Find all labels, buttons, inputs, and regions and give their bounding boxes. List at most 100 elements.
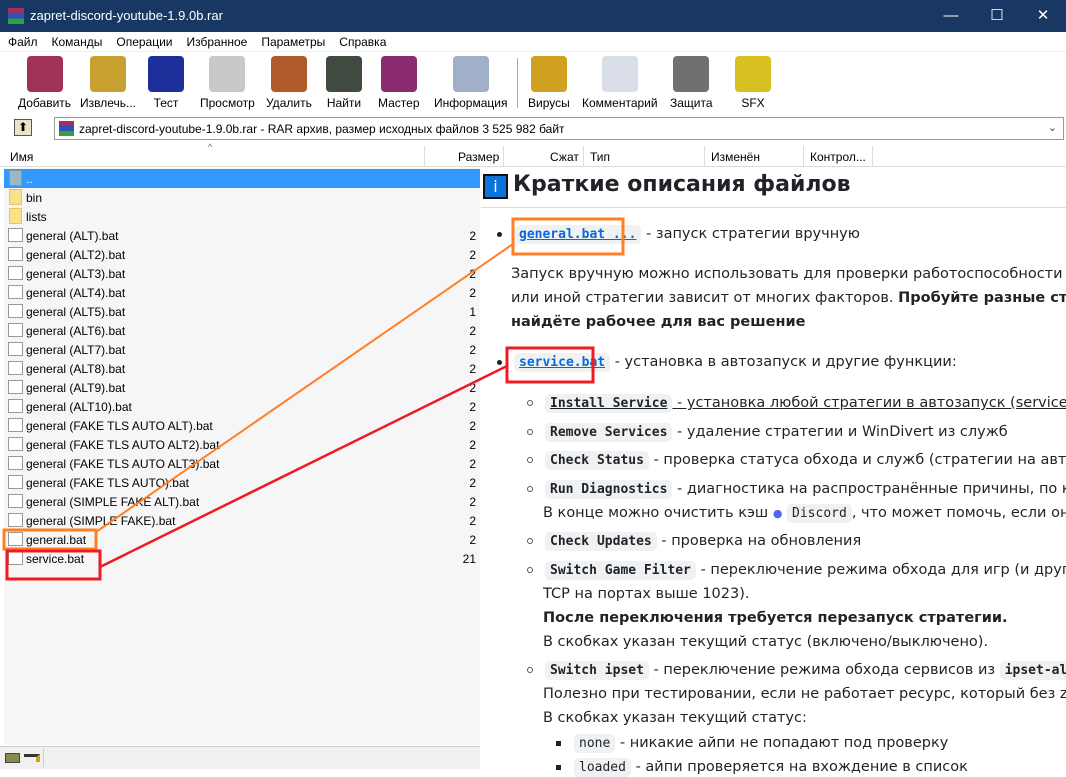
folder-icon xyxy=(9,208,22,224)
menu-operations[interactable]: Операции xyxy=(108,32,178,49)
menu-help[interactable]: Справка xyxy=(331,32,392,49)
column-type[interactable]: Тип xyxy=(590,150,610,164)
column-divider[interactable] xyxy=(503,146,504,167)
toolbar-button-comment[interactable]: Комментарий xyxy=(582,56,658,110)
bullet-service: service.bat - установка в автозапуск и д… xyxy=(497,353,957,372)
status-divider xyxy=(43,749,44,767)
column-divider[interactable] xyxy=(704,146,705,167)
file-row[interactable]: general (ALT2).bat 2 xyxy=(4,245,480,264)
file-row[interactable]: general (ALT).bat 2 xyxy=(4,226,480,245)
toolbar-button-info[interactable]: Информация xyxy=(434,56,507,110)
file-row[interactable]: lists xyxy=(4,207,480,226)
close-button[interactable]: ✕ xyxy=(1020,0,1066,32)
toolbar-button-add-archive[interactable]: Добавить xyxy=(18,56,71,110)
toolbar-button-test[interactable]: Тест xyxy=(148,56,184,110)
menu-options[interactable]: Параметры xyxy=(253,32,331,49)
file-row[interactable]: bin xyxy=(4,188,480,207)
column-crc[interactable]: Контрол... xyxy=(810,150,866,164)
menu-file[interactable]: Файл xyxy=(0,32,44,49)
file-row[interactable]: general (FAKE TLS AUTO ALT3).bat 2 xyxy=(4,454,480,473)
game-filter-line: TCP на портах выше 1023). xyxy=(543,586,750,602)
minimize-button[interactable]: — xyxy=(928,0,974,32)
file-size: 2 xyxy=(469,400,476,414)
bat-file-icon xyxy=(8,342,23,356)
paragraph-line: найдёте рабочее для вас решение xyxy=(511,314,806,330)
chevron-down-icon[interactable]: ⌄ xyxy=(1048,121,1057,134)
file-row[interactable]: general (ALT9).bat 2 xyxy=(4,378,480,397)
toolbar-button-virus-scan[interactable]: Вирусы xyxy=(528,56,570,110)
file-name: lists xyxy=(26,210,47,224)
file-size: 1 xyxy=(469,305,476,319)
maximize-button[interactable]: ☐ xyxy=(974,0,1020,32)
toolbar-button-extract[interactable]: Извлечь... xyxy=(80,56,136,110)
ipset-none-item: none - никакие айпи не попадают под пров… xyxy=(556,734,948,753)
toolbar-button-view-book[interactable]: Просмотр xyxy=(200,56,255,110)
up-folder-button[interactable]: ⬆ xyxy=(14,119,32,136)
file-row[interactable]: .. xyxy=(4,169,480,188)
bat-file-icon xyxy=(8,361,23,375)
bat-file-icon xyxy=(8,437,23,451)
column-packed[interactable]: Сжат xyxy=(550,150,579,164)
file-row[interactable]: general (ALT3).bat 2 xyxy=(4,264,480,283)
file-size: 2 xyxy=(469,286,476,300)
file-row[interactable]: general (SIMPLE FAKE ALT).bat 2 xyxy=(4,492,480,511)
general-bat-link[interactable]: general.bat ... xyxy=(514,225,642,244)
column-divider[interactable] xyxy=(803,146,804,167)
toolbar-button-delete-bin[interactable]: Удалить xyxy=(266,56,312,110)
file-size: 2 xyxy=(469,438,476,452)
key-icon[interactable] xyxy=(24,754,40,762)
file-row[interactable]: general (ALT10).bat 2 xyxy=(4,397,480,416)
file-row[interactable]: general (ALT4).bat 2 xyxy=(4,283,480,302)
file-row[interactable]: general (SIMPLE FAKE).bat 2 xyxy=(4,511,480,530)
toolbar-button-binoculars[interactable]: Найти xyxy=(326,56,362,110)
file-row[interactable]: general (ALT5).bat 1 xyxy=(4,302,480,321)
bat-file-icon xyxy=(8,266,23,280)
file-name: general (ALT).bat xyxy=(26,229,119,243)
file-row[interactable]: service.bat 21 xyxy=(4,549,480,568)
column-modified[interactable]: Изменён xyxy=(711,150,760,164)
bat-file-icon xyxy=(8,247,23,261)
toolbar-separator xyxy=(517,58,518,108)
address-bar[interactable]: zapret-discord-youtube-1.9.0b.rar - RAR … xyxy=(54,117,1064,140)
sub-item-check-status: Check Status - проверка статуса обхода и… xyxy=(527,451,1066,470)
bat-file-icon xyxy=(8,380,23,394)
toolbar-label: Информация xyxy=(434,96,508,110)
bat-file-icon xyxy=(8,513,23,527)
file-list[interactable]: .. bin lists general (ALT).bat 2 general (ALT… xyxy=(4,168,480,745)
column-name[interactable]: Имя xyxy=(10,150,33,164)
column-divider[interactable] xyxy=(583,146,584,167)
toolbar-button-wizard[interactable]: Мастер xyxy=(378,56,420,110)
wizard-icon xyxy=(380,56,417,92)
menu-favorites[interactable]: Избранное xyxy=(179,32,254,49)
column-header: ^ Имя Размер Сжат Тип Изменён Контрол... xyxy=(0,142,1066,167)
test-icon xyxy=(148,56,184,92)
toolbar-button-shield[interactable]: Защита xyxy=(670,56,713,110)
file-row[interactable]: general (FAKE TLS AUTO).bat 2 xyxy=(4,473,480,492)
file-name: general (FAKE TLS AUTO ALT2).bat xyxy=(26,438,220,452)
doc-title: Краткие описания файлов xyxy=(513,172,851,197)
file-name: general (ALT5).bat xyxy=(26,305,126,319)
file-row[interactable]: general.bat 2 xyxy=(4,530,480,549)
discord-icon: ● xyxy=(772,507,783,520)
file-row[interactable]: general (ALT8).bat 2 xyxy=(4,359,480,378)
toolbar-button-sfx-box[interactable]: SFX xyxy=(735,56,771,110)
service-bat-link[interactable]: service.bat xyxy=(514,353,611,372)
menu-commands[interactable]: Команды xyxy=(44,32,109,49)
file-row[interactable]: general (FAKE TLS AUTO ALT).bat 2 xyxy=(4,416,480,435)
title-divider xyxy=(481,207,1066,208)
file-row[interactable]: general (ALT6).bat 2 xyxy=(4,321,480,340)
toolbar-label: SFX xyxy=(741,96,765,110)
column-divider[interactable] xyxy=(424,146,425,167)
file-row[interactable]: general (ALT7).bat 2 xyxy=(4,340,480,359)
file-name: general (ALT10).bat xyxy=(26,400,132,414)
title-bar: zapret-discord-youtube-1.9.0b.rar — ☐ ✕ xyxy=(0,0,1066,32)
shield-icon xyxy=(673,56,710,92)
toolbar-label: Добавить xyxy=(18,96,72,110)
file-row[interactable]: general (FAKE TLS AUTO ALT2).bat 2 xyxy=(4,435,480,454)
sort-arrow-icon: ^ xyxy=(208,142,213,152)
file-name: general (ALT9).bat xyxy=(26,381,126,395)
file-size: 2 xyxy=(469,362,476,376)
column-divider[interactable] xyxy=(872,146,873,167)
menu-bar: Файл Команды Операции Избранное Параметры Спр… xyxy=(0,32,1066,51)
column-size[interactable]: Размер xyxy=(458,150,499,164)
